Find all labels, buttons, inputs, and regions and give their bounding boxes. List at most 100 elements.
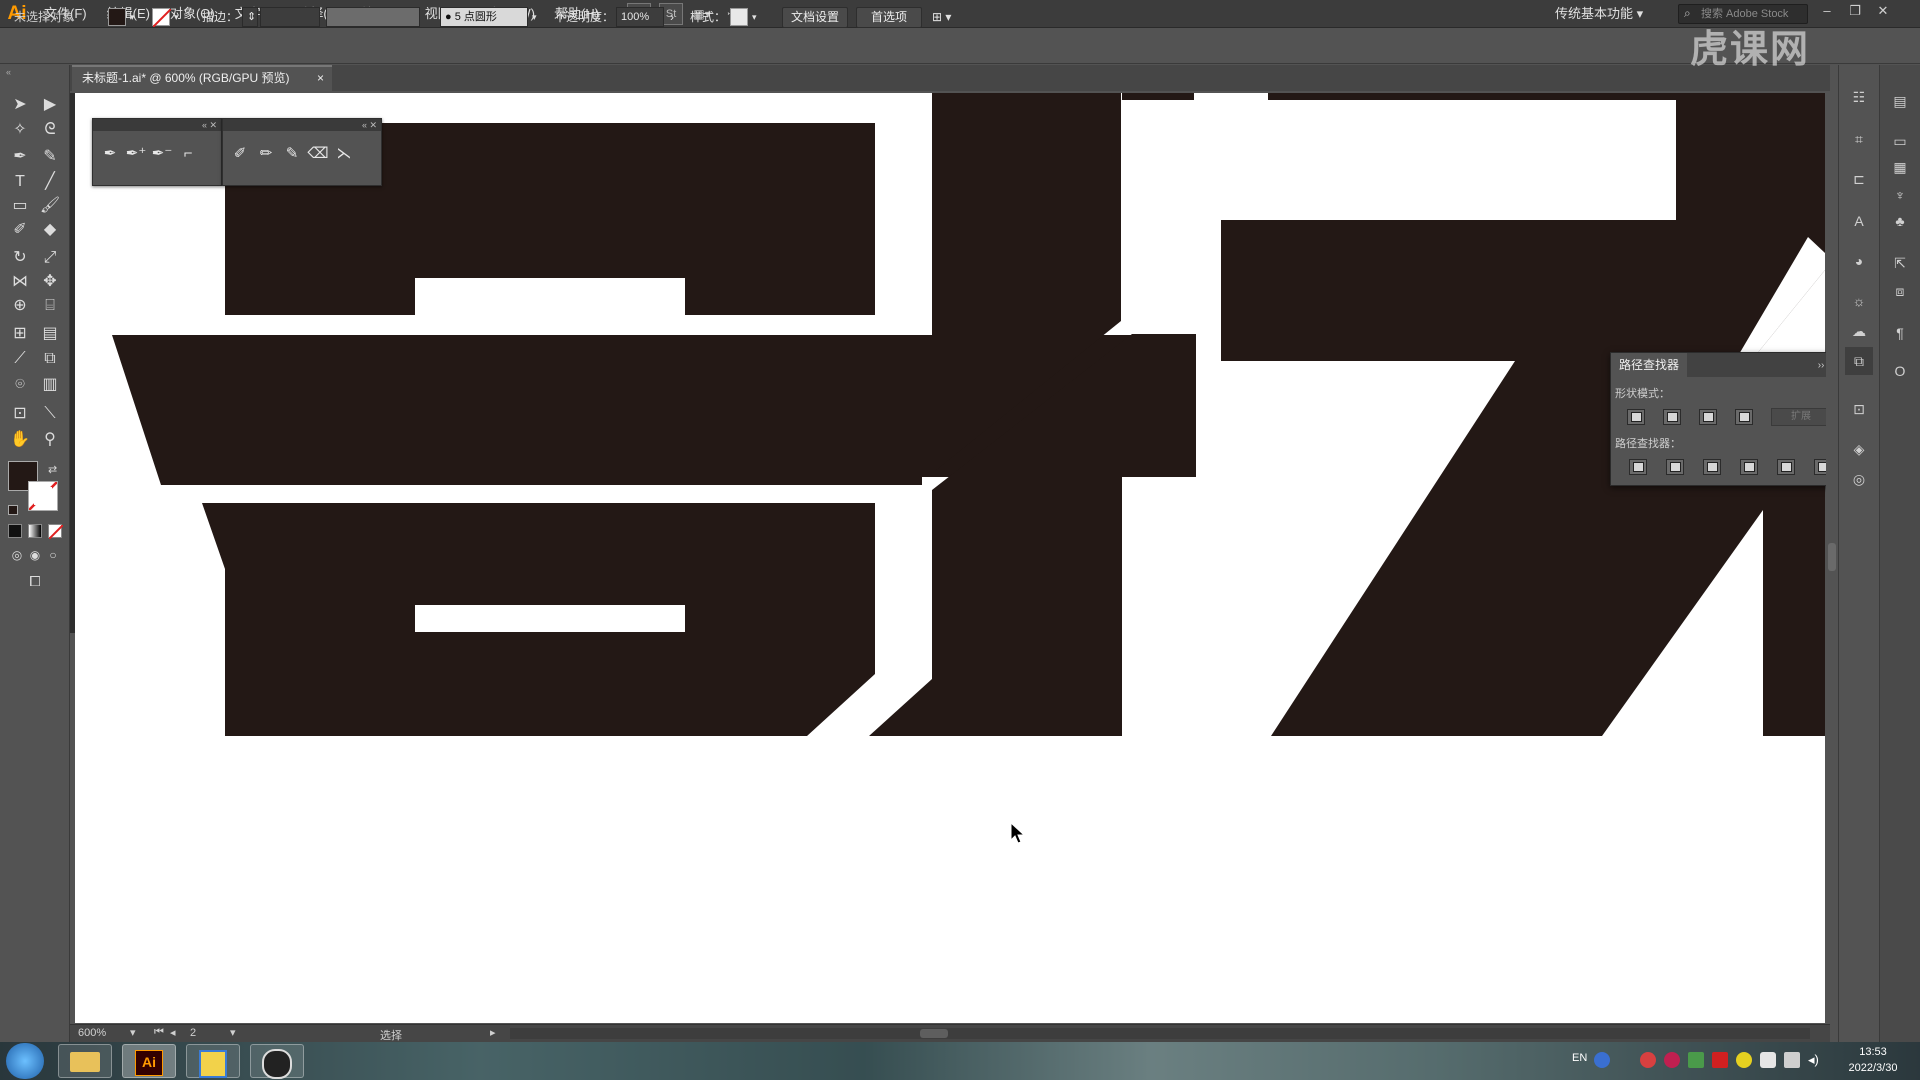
divide-icon[interactable] xyxy=(1629,459,1647,475)
brush-dropdown-icon[interactable]: ▾ xyxy=(532,6,537,28)
stroke-weight-field[interactable] xyxy=(260,7,320,27)
cc-libraries-icon[interactable]: ◎ xyxy=(1845,465,1873,493)
opacity-field[interactable]: 100% xyxy=(616,7,664,27)
workspace-switcher[interactable]: 传统基本功能 ▾ xyxy=(1555,0,1643,28)
brush-definition-dropdown[interactable]: ● 5 点圆形 xyxy=(440,7,528,27)
tray-app-icon-2[interactable] xyxy=(1664,1052,1680,1068)
scroll-thumb[interactable] xyxy=(1828,543,1836,571)
perspective-grid-tool-icon[interactable]: ⌸ xyxy=(37,293,63,319)
gradient-icon[interactable]: ▭ xyxy=(1886,127,1914,155)
opentype-icon[interactable]: O xyxy=(1886,357,1914,385)
graphic-style-swatch[interactable] xyxy=(730,8,748,26)
status-arrow-icon[interactable]: ▸ xyxy=(490,1026,496,1039)
volume-tray-icon[interactable]: ◂) xyxy=(1808,1052,1824,1068)
hand-tool-icon[interactable]: ✋ xyxy=(7,427,33,453)
zoom-tool-icon[interactable]: ⚲ xyxy=(37,427,63,453)
arrange-icon[interactable]: ⊞ ▾ xyxy=(932,6,951,28)
pathfinder-icon[interactable]: ⧉ xyxy=(1845,347,1873,375)
menu-edit[interactable]: 编辑(E) xyxy=(97,0,160,28)
vertical-scrollbar[interactable] xyxy=(1826,93,1838,1023)
panel-header[interactable]: « ✕ xyxy=(223,119,381,131)
symbols-icon[interactable]: ♣ xyxy=(1886,207,1914,235)
pen-tool-icon[interactable]: ✒ xyxy=(97,139,123,169)
zoom-dropdown-icon[interactable]: ▾ xyxy=(130,1026,136,1039)
shape-builder-tool-icon[interactable]: ⊕ xyxy=(7,293,33,319)
export-icon[interactable]: ⇱ xyxy=(1886,249,1914,277)
symbol-sprayer-tool-icon[interactable]: ⌾ xyxy=(7,372,33,398)
taskbar-illustrator[interactable]: Ai xyxy=(122,1044,176,1078)
lasso-tool-icon[interactable]: ᘓ xyxy=(37,117,63,143)
curvature-tool-icon[interactable]: ✎ xyxy=(37,144,63,170)
first-artboard-icon[interactable]: ⏮ xyxy=(154,1026,164,1039)
magic-wand-tool-icon[interactable]: ✧ xyxy=(7,117,33,143)
document-tab[interactable]: 未标题-1.ai* @ 600% (RGB/GPU 预览) × xyxy=(72,65,332,91)
stroke-dropdown-icon[interactable]: ▾ xyxy=(174,6,179,28)
zoom-level[interactable]: 600% xyxy=(78,1027,106,1039)
properties-icon[interactable]: ▤ xyxy=(1886,87,1914,115)
anchor-point-tool-icon[interactable]: ⌐ xyxy=(175,139,201,169)
tray-app-icon-5[interactable] xyxy=(1736,1052,1752,1068)
crop-icon[interactable] xyxy=(1740,459,1758,475)
eyedropper-tool-icon[interactable]: ⟋ xyxy=(7,346,33,372)
line-segment-tool-icon[interactable]: ╱ xyxy=(37,169,63,195)
gradient-mode-icon[interactable] xyxy=(28,524,42,538)
screen-mode-icon[interactable]: ⧠ xyxy=(22,568,48,594)
document-setup-button[interactable]: 文档设置 xyxy=(782,7,848,28)
align-icon[interactable]: ⊏ xyxy=(1845,165,1873,193)
unite-icon[interactable] xyxy=(1627,409,1645,425)
tray-app-icon[interactable] xyxy=(1640,1052,1656,1068)
start-button[interactable] xyxy=(6,1043,44,1079)
path-eraser-tool-icon[interactable]: ⌫ xyxy=(305,139,331,169)
direct-selection-tool-icon[interactable]: ▶ xyxy=(37,92,63,118)
panel-header[interactable]: « ✕ xyxy=(93,119,221,131)
paragraph-icon[interactable]: ¶ xyxy=(1886,319,1914,347)
tray-app-icon-4[interactable] xyxy=(1712,1052,1728,1068)
merge-icon[interactable] xyxy=(1703,459,1721,475)
eraser-tool-icon[interactable]: ◆ xyxy=(37,217,63,243)
smooth-tool-icon[interactable]: ✎ xyxy=(279,139,305,169)
style-dropdown-icon[interactable]: ▾ xyxy=(752,6,757,28)
close-tab-icon[interactable]: × xyxy=(317,67,324,89)
scale-tool-icon[interactable]: ⤢ xyxy=(37,245,63,271)
help-tray-icon[interactable] xyxy=(1594,1052,1610,1068)
exclude-icon[interactable] xyxy=(1735,409,1753,425)
artboard-number[interactable]: 2 xyxy=(190,1027,196,1039)
horizontal-scrollbar[interactable] xyxy=(510,1028,1810,1039)
pathfinder-title[interactable]: 路径查找器 xyxy=(1611,353,1688,377)
network-tray-icon[interactable] xyxy=(1784,1052,1800,1068)
taskbar-explorer[interactable] xyxy=(58,1044,112,1078)
artboard-canvas[interactable] xyxy=(75,93,1825,1023)
artboards-icon[interactable]: ⊡ xyxy=(1845,395,1873,423)
taskbar-clock[interactable]: 13:53 2022/3/30 xyxy=(1838,1044,1908,1078)
taskbar-notes[interactable] xyxy=(186,1044,240,1078)
security-tray-icon[interactable] xyxy=(1760,1052,1776,1068)
stroke-color-swatch[interactable] xyxy=(28,481,58,511)
pencil-tool-icon[interactable]: ✏ xyxy=(253,139,279,169)
links-icon[interactable]: ⧈ xyxy=(1886,277,1914,305)
stroke-swatch[interactable] xyxy=(152,8,172,28)
delete-anchor-point-icon[interactable]: ✒⁻ xyxy=(149,139,175,169)
swatches-icon[interactable]: ▦ xyxy=(1886,153,1914,181)
none-mode-icon[interactable] xyxy=(48,524,64,540)
transform-icon[interactable]: ⌗ xyxy=(1845,125,1873,153)
artboard-tool-icon[interactable]: ⊡ xyxy=(7,401,33,427)
color-mode-icon[interactable] xyxy=(8,524,22,538)
scroll-thumb-h[interactable] xyxy=(920,1029,948,1038)
type-tool-icon[interactable]: T xyxy=(7,169,33,195)
trim-icon[interactable] xyxy=(1666,459,1684,475)
pathfinder-header[interactable]: 路径查找器 ›› ≡ xyxy=(1611,353,1839,377)
rotate-tool-icon[interactable]: ↻ xyxy=(7,245,33,271)
swap-colors-icon[interactable]: ⇄ xyxy=(48,463,57,476)
minus-front-icon[interactable] xyxy=(1663,409,1681,425)
expand-button[interactable]: 扩展 xyxy=(1771,408,1831,426)
default-colors-icon[interactable] xyxy=(8,505,18,515)
taskbar-obs[interactable] xyxy=(250,1044,304,1079)
character-icon[interactable]: A xyxy=(1845,207,1873,235)
libraries-icon[interactable]: ☷ xyxy=(1845,83,1873,111)
mesh-tool-icon[interactable]: ⊞ xyxy=(7,321,33,347)
input-language[interactable]: EN xyxy=(1572,1052,1587,1064)
intersect-icon[interactable] xyxy=(1699,409,1717,425)
appearance-icon[interactable]: ☼ xyxy=(1845,287,1873,315)
pen-tool-icon[interactable]: ✒ xyxy=(7,144,33,170)
blend-tool-icon[interactable]: ⧉ xyxy=(37,346,63,372)
